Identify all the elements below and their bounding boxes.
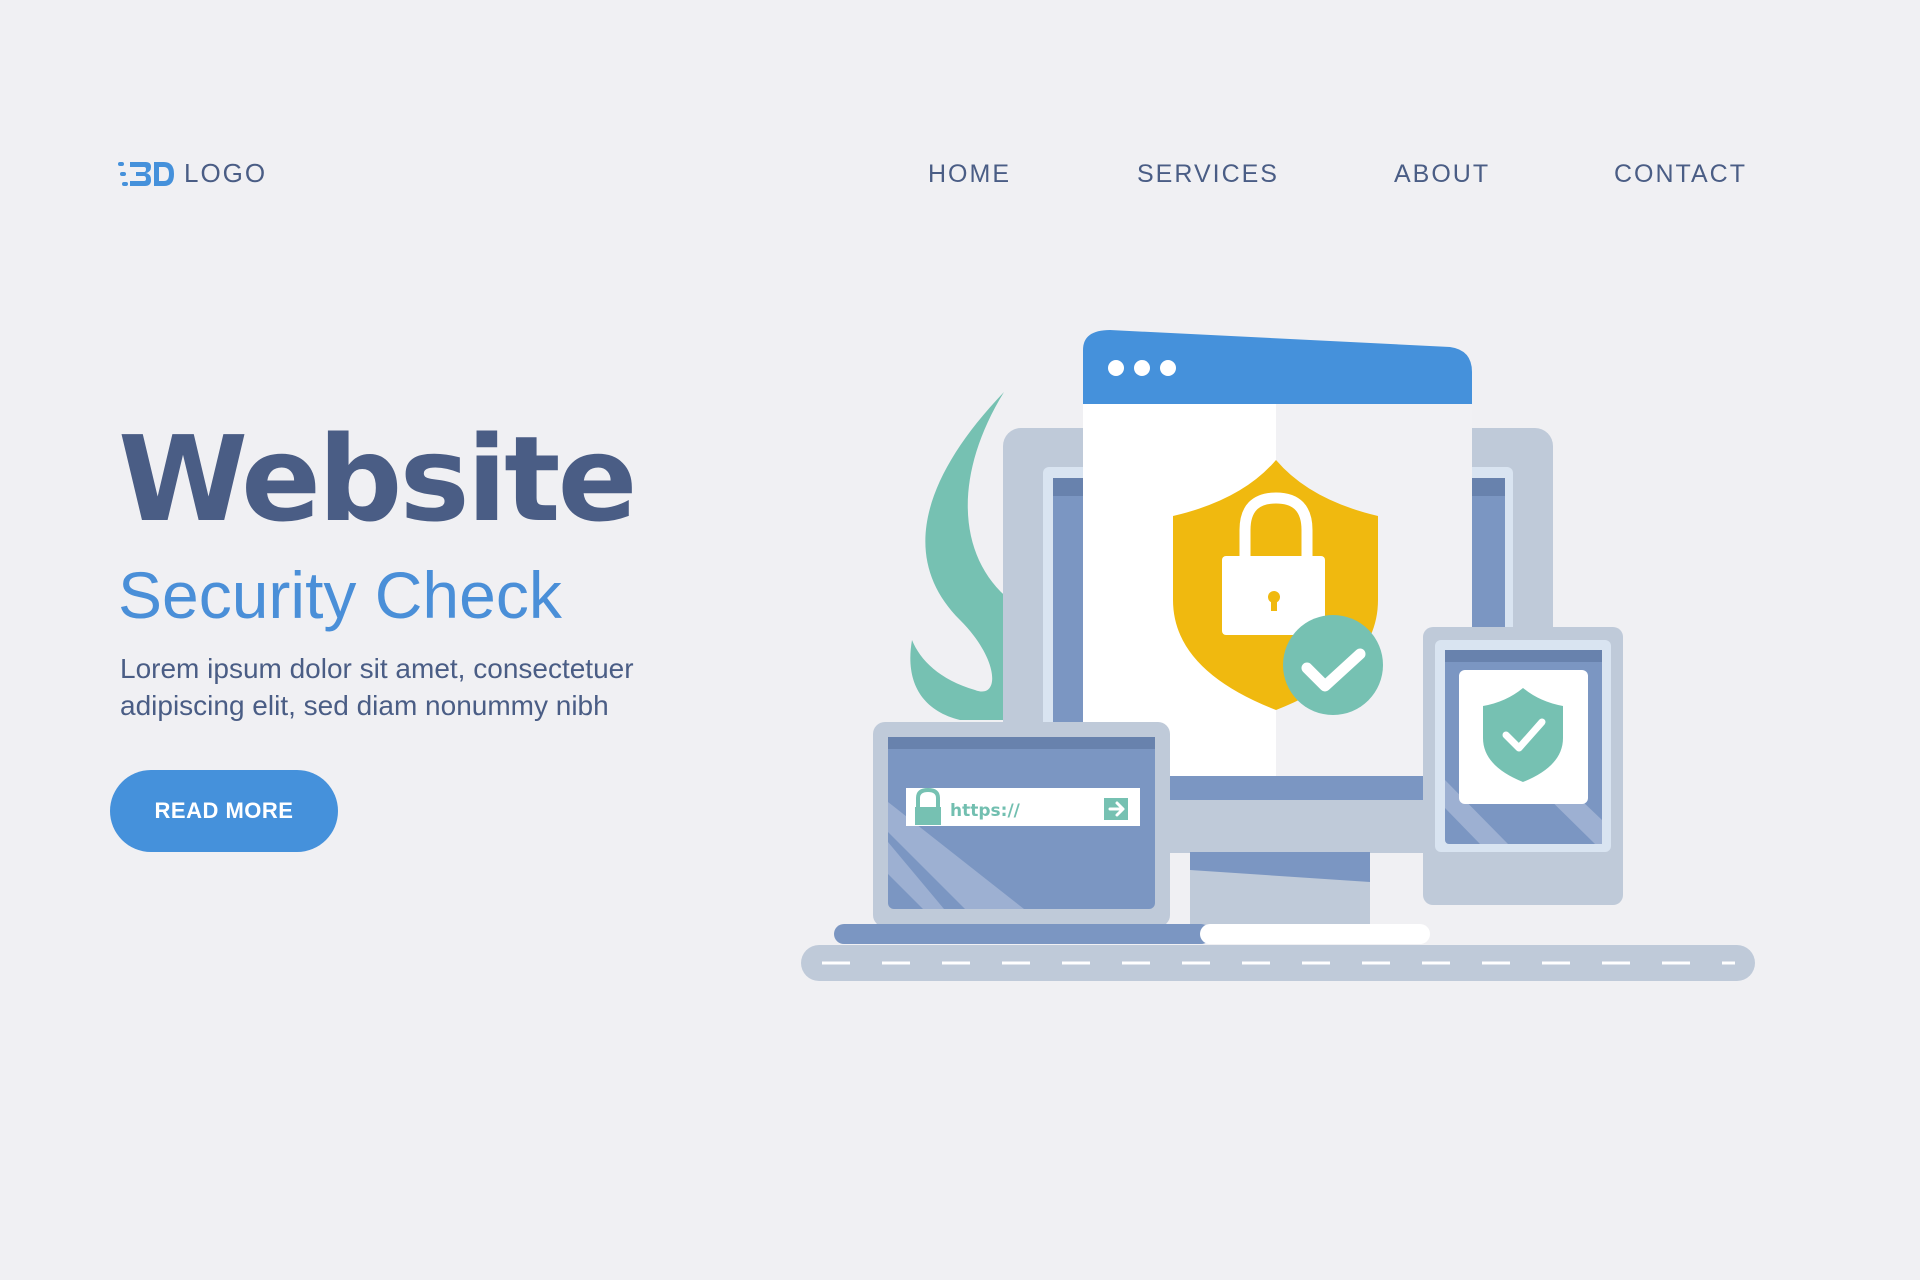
desk-road: [801, 945, 1755, 981]
phone: [1423, 627, 1623, 905]
main-nav: HOME SERVICES ABOUT CONTACT: [0, 160, 1920, 200]
nav-services[interactable]: SERVICES: [1137, 160, 1279, 189]
leaf-plant-icon: [910, 392, 1010, 720]
url-text: https://: [950, 801, 1021, 821]
nav-home[interactable]: HOME: [928, 160, 1011, 189]
window-dot: [1134, 360, 1150, 376]
nav-about[interactable]: ABOUT: [1394, 160, 1490, 189]
hero-description: Lorem ipsum dolor sit amet, consectetuer…: [120, 653, 634, 721]
window-dot: [1108, 360, 1124, 376]
hero-title: Website: [118, 410, 638, 548]
read-more-button[interactable]: READ MORE: [110, 770, 338, 852]
checkmark-badge-icon: [1283, 615, 1383, 715]
url-bar[interactable]: https://: [906, 787, 1140, 826]
landing-page: LOGO HOME SERVICES ABOUT CONTACT Website…: [0, 0, 1920, 1280]
nav-contact[interactable]: CONTACT: [1614, 160, 1747, 189]
window-dot: [1160, 360, 1176, 376]
security-illustration: https://: [801, 330, 1755, 981]
hero-subtitle: Security Check: [118, 558, 562, 632]
